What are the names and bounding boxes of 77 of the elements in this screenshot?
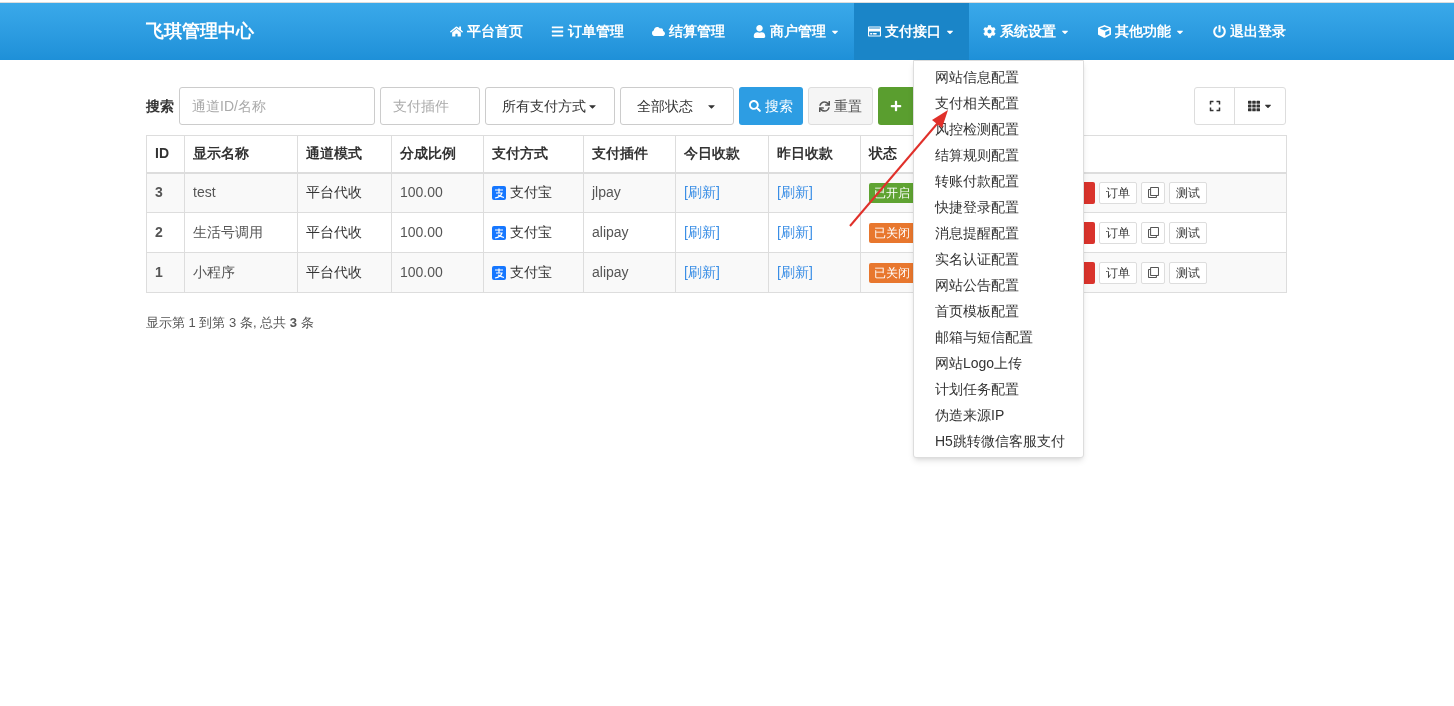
home-icon [450, 25, 463, 38]
test-button[interactable]: 测试 [1169, 221, 1207, 244]
list-icon [551, 25, 564, 38]
menu-item[interactable]: 消息提醒配置 [914, 220, 1083, 246]
table-cell-text: 支付宝 [510, 223, 552, 242]
menu-item[interactable]: 支付相关配置 [914, 90, 1083, 116]
menu-item[interactable]: 快捷登录配置 [914, 194, 1083, 220]
pagination-info: 显示第 1 到第 3 条, 总共 3 条 [146, 314, 315, 332]
table-cell: 生活号调用 [184, 212, 298, 253]
pay-type-select[interactable]: 所有支付方式 [485, 87, 615, 125]
power-icon [1213, 25, 1226, 38]
table-cell-text: 支付宝 [510, 263, 552, 282]
brand-title: 飞琪管理中心 [146, 20, 255, 43]
status-select[interactable]: 全部状态 [620, 87, 734, 125]
column-header: 显示名称 [184, 135, 298, 173]
reset-button[interactable]: 重置 [808, 87, 873, 125]
table-cell: 平台代收 [297, 212, 392, 253]
table-cell: alipay [583, 212, 676, 253]
copy-button[interactable] [1141, 261, 1165, 284]
plugin-field[interactable]: 支付插件 [380, 87, 480, 125]
table-cell: 100.00 [391, 252, 484, 293]
cloud-icon [652, 25, 665, 38]
search-icon [749, 100, 761, 112]
cube-icon [1098, 25, 1111, 38]
table-cell: jlpay [583, 172, 676, 213]
test-button[interactable]: 测试 [1169, 181, 1207, 204]
search-field[interactable]: 通道ID/名称 [179, 87, 375, 125]
table-cell: 平台代收 [297, 252, 392, 293]
copy-icon [1147, 227, 1159, 238]
table-cell-text: 支付宝 [510, 183, 552, 203]
menu-item[interactable]: H5跳转微信客服支付 [914, 428, 1083, 454]
table-cell: 100.00 [391, 212, 484, 253]
settings-icon [983, 25, 996, 38]
column-header: 支付插件 [583, 135, 676, 173]
column-header: 昨日收款 [768, 135, 861, 173]
refresh-icon [819, 100, 830, 112]
menu-item[interactable]: 首页模板配置 [914, 298, 1083, 324]
menu-item[interactable]: 实名认证配置 [914, 246, 1083, 272]
column-header: ID [146, 135, 185, 173]
expand-icon [1208, 100, 1221, 112]
nav-item[interactable]: 支付接口 [854, 3, 969, 60]
menu-item[interactable]: 网站Logo上传 [914, 350, 1083, 376]
column-header: 支付方式 [483, 135, 584, 173]
copy-button[interactable] [1141, 221, 1165, 244]
table-cell: test [184, 172, 298, 213]
copy-icon [1147, 267, 1159, 278]
plus-icon [890, 100, 902, 112]
copy-icon [1147, 187, 1159, 199]
column-header: 今日收款 [675, 135, 769, 173]
alipay-icon [492, 225, 506, 240]
orders-button[interactable]: 订单 [1099, 221, 1137, 244]
refresh-link[interactable]: [刷新] [777, 224, 813, 240]
column-header: 通道模式 [297, 135, 392, 173]
menu-item[interactable]: 网站信息配置 [914, 64, 1083, 90]
menu-item[interactable]: 网站公告配置 [914, 272, 1083, 298]
table-cell: 3 [146, 172, 185, 213]
menu-item[interactable]: 邮箱与短信配置 [914, 324, 1083, 350]
alipay-icon [492, 185, 506, 200]
column-header: 分成比例 [391, 135, 484, 173]
orders-button[interactable]: 订单 [1099, 261, 1137, 284]
alipay-icon [492, 265, 506, 280]
menu-item[interactable]: 伪造来源IP [914, 402, 1083, 428]
test-button[interactable]: 测试 [1169, 261, 1207, 284]
table-cell: alipay [583, 252, 676, 293]
orders-button[interactable]: 订单 [1099, 181, 1137, 204]
search-label: 搜索 [146, 96, 174, 116]
table-cell: 2 [146, 212, 185, 253]
grid-icon [1247, 100, 1260, 112]
table-cell: 小程序 [184, 252, 298, 293]
table-cell: 1 [146, 252, 185, 293]
copy-button[interactable] [1141, 181, 1165, 204]
table-cell: 100.00 [391, 172, 484, 213]
table-cell: 平台代收 [297, 172, 392, 213]
card-icon [868, 25, 881, 38]
user-icon [753, 25, 766, 38]
menu-item[interactable]: 计划任务配置 [914, 376, 1083, 402]
refresh-link[interactable]: [刷新] [684, 224, 720, 240]
